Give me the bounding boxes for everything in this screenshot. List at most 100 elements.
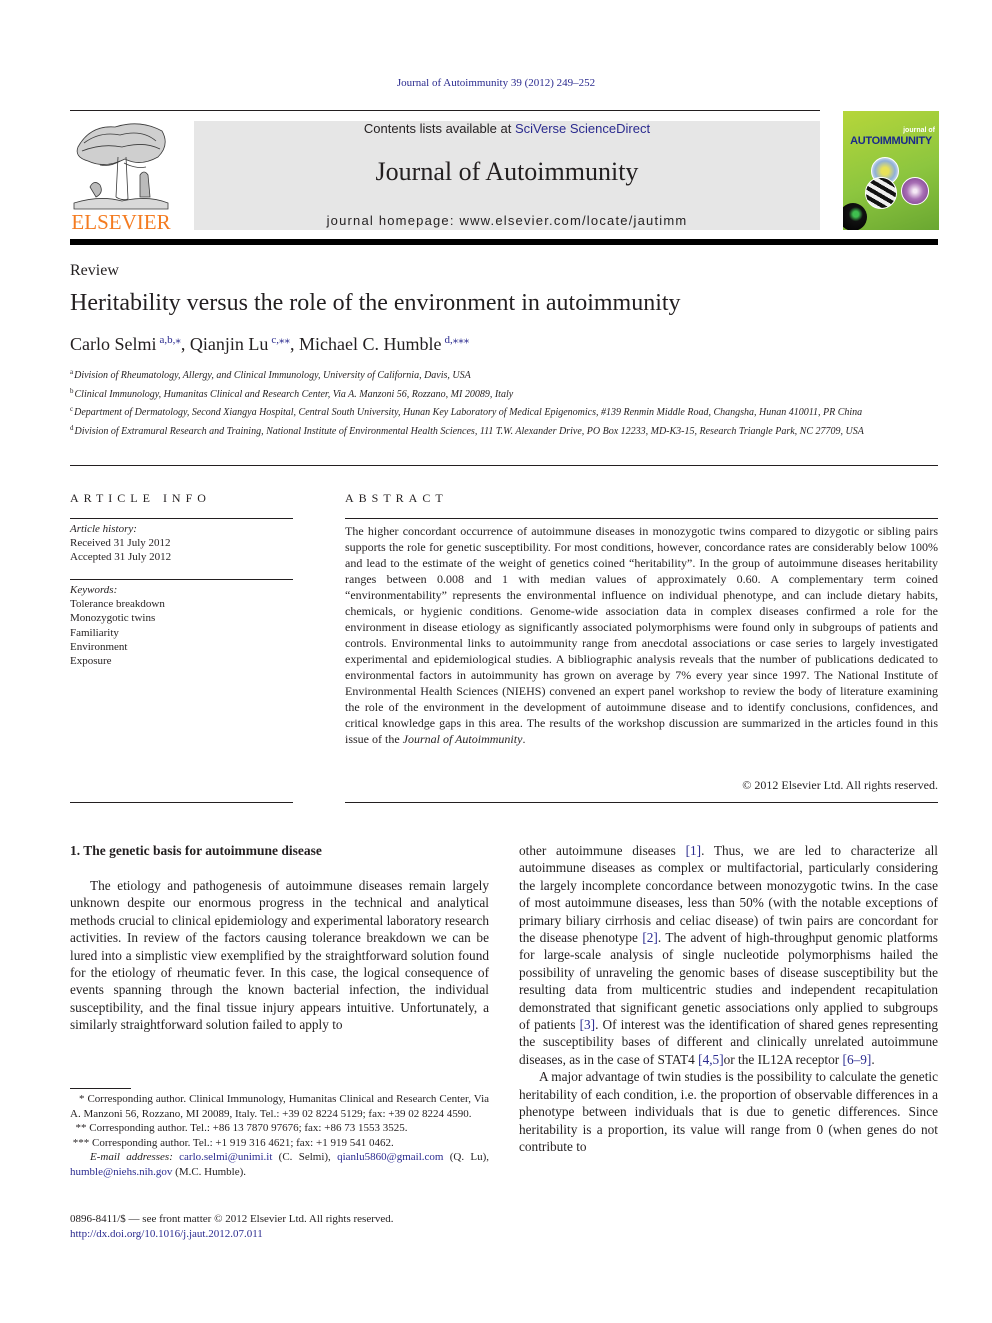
- history-label: Article history:: [70, 523, 137, 535]
- article-info-rule: [70, 518, 293, 519]
- email-owner: (Q. Lu),: [449, 1151, 490, 1163]
- body-right-column: other autoimmune diseases [1]. Thus, we …: [519, 842, 938, 1155]
- email-owner: (M.C. Humble).: [175, 1165, 247, 1178]
- abstract-rule: [345, 518, 938, 519]
- text-run: or the IL12A receptor: [723, 1051, 843, 1067]
- abstract-body: The higher concordant occurrence of auto…: [345, 524, 938, 746]
- keywords-label: Keywords:: [70, 584, 118, 596]
- footnote-mark: **: [75, 1122, 87, 1134]
- affiliation-text: Clinical Immunology, Humanitas Clinical …: [74, 388, 514, 400]
- keywords: Keywords: Tolerance breakdown Monozygoti…: [70, 583, 293, 668]
- cover-cell-image-3: [901, 177, 929, 205]
- accepted-date: Accepted 31 July 2012: [70, 551, 172, 564]
- abstract-end: .: [522, 732, 526, 746]
- abstract-rule: [345, 802, 938, 803]
- paragraph: A major advantage of twin studies is the…: [519, 1069, 938, 1154]
- article-type: Review: [70, 262, 119, 279]
- affiliation-mark: b: [70, 386, 74, 395]
- footnote-rule: [70, 1088, 131, 1089]
- affiliation-text: Division of Extramural Research and Trai…: [74, 425, 864, 437]
- affiliation: cDepartment of Dermatology, Second Xiang…: [70, 402, 940, 421]
- author-name: Qianjin Lu: [189, 334, 269, 354]
- citation-link[interactable]: [3]: [580, 1017, 596, 1032]
- keyword: Environment: [70, 640, 128, 653]
- paragraph: other autoimmune diseases [1]. Thus, we …: [519, 842, 938, 1068]
- citation-link[interactable]: [4,5]: [698, 1052, 723, 1067]
- keyword: Familiarity: [70, 626, 119, 639]
- abstract-copyright: © 2012 Elsevier Ltd. All rights reserved…: [742, 778, 938, 792]
- cover-cell-image-4: [843, 203, 867, 230]
- text-run: other autoimmune diseases: [519, 843, 686, 858]
- author-affiliation-link[interactable]: d,⁎⁎⁎: [445, 334, 470, 346]
- affiliation-mark: d: [70, 423, 74, 432]
- keyword: Tolerance breakdown: [70, 598, 165, 611]
- keyword: Monozygotic twins: [70, 612, 156, 625]
- affiliation-mark: c: [70, 405, 74, 413]
- email-owner: (C. Selmi),: [278, 1151, 331, 1163]
- article-title: Heritability versus the role of the envi…: [70, 290, 681, 316]
- section-rule: [70, 465, 938, 466]
- email-footnote: E-mail addresses: carlo.selmi@unimi.it (…: [70, 1150, 489, 1179]
- journal-homepage-link[interactable]: journal homepage: www.elsevier.com/locat…: [194, 213, 820, 228]
- author-list: Carlo Selmi a,b,⁎, Qianjin Lu c,⁎⁎, Michae…: [70, 333, 469, 355]
- affiliation-mark: a: [70, 368, 74, 376]
- email-link[interactable]: humble@niehs.nih.gov: [70, 1166, 172, 1178]
- footnote: * Corresponding author. Clinical Immunol…: [70, 1092, 489, 1121]
- affiliation: aDivision of Rheumatology, Allergy, and …: [70, 365, 940, 384]
- footnote: *** Corresponding author. Tel.: +1 919 3…: [70, 1136, 489, 1151]
- journal-citation-link[interactable]: Journal of Autoimmunity 39 (2012) 249–25…: [0, 77, 992, 89]
- email-link[interactable]: qianlu5860@gmail.com: [337, 1151, 443, 1163]
- footnote-text: Corresponding author. Clinical Immunolog…: [70, 1093, 490, 1120]
- article-info-rule: [70, 579, 293, 580]
- keyword: Exposure: [70, 655, 112, 668]
- issn-line: 0896-8411/$ — see front matter © 2012 El…: [70, 1213, 394, 1225]
- author-separator: ,: [290, 334, 300, 354]
- header-rule: [70, 110, 820, 111]
- affiliation-text: Department of Dermatology, Second Xiangy…: [74, 407, 863, 418]
- author-affiliation-link[interactable]: a,b,⁎: [160, 334, 181, 346]
- abstract-journal-name: Journal of Autoimmunity: [402, 732, 523, 746]
- footnote-text: Corresponding author. Tel.: +1 919 316 4…: [92, 1136, 394, 1149]
- article-info-rule: [70, 802, 293, 803]
- abstract-heading: ABSTRACT: [345, 491, 448, 505]
- cover-big-title: AUTOIMMUNITY: [850, 135, 932, 147]
- email-link[interactable]: carlo.selmi@unimi.it: [179, 1151, 272, 1163]
- body-left-column: The etiology and pathogenesis of autoimm…: [70, 877, 489, 1034]
- header-thick-rule: [70, 239, 938, 245]
- section-heading: 1. The genetic basis for autoimmune dise…: [70, 843, 322, 858]
- issn-block: 0896-8411/$ — see front matter © 2012 El…: [70, 1212, 510, 1241]
- received-date: Received 31 July 2012: [70, 537, 171, 550]
- footnote-mark: *: [78, 1093, 85, 1105]
- journal-name: Journal of Autoimmunity: [375, 157, 639, 186]
- affiliation: bClinical Immunology, Humanitas Clinical…: [70, 384, 940, 403]
- footnote-mark: ***: [72, 1136, 90, 1149]
- cover-cell-image-2: [865, 177, 897, 209]
- author-name: Carlo Selmi: [70, 334, 157, 354]
- cover-small-title: journal of: [903, 127, 935, 134]
- affiliations: aDivision of Rheumatology, Allergy, and …: [70, 365, 940, 439]
- contents-prefix: Contents lists available at: [363, 121, 515, 136]
- article-history: Article history: Received 31 July 2012 A…: [70, 522, 293, 565]
- author-affiliation-link[interactable]: c,⁎⁎: [271, 334, 290, 346]
- citation-link[interactable]: [2]: [642, 930, 658, 945]
- contents-line: Contents lists available at SciVerse Sci…: [194, 121, 820, 136]
- citation-link[interactable]: [6–9]: [843, 1052, 872, 1067]
- author-separator: ,: [180, 334, 190, 354]
- affiliation: dDivision of Extramural Research and Tra…: [70, 421, 940, 440]
- doi-link[interactable]: http://dx.doi.org/10.1016/j.jaut.2012.07…: [70, 1228, 263, 1240]
- footnote: ** Corresponding author. Tel.: +86 13 78…: [70, 1121, 489, 1136]
- paragraph: The etiology and pathogenesis of autoimm…: [70, 878, 489, 1033]
- elsevier-wordmark: ELSEVIER: [71, 210, 171, 234]
- article-info-heading: ARTICLE INFO: [70, 491, 211, 505]
- citation-link[interactable]: [1]: [686, 843, 702, 858]
- footnote-text: Corresponding author. Tel.: +86 13 7870 …: [89, 1122, 408, 1134]
- sciencedirect-link[interactable]: SciVerse ScienceDirect: [515, 121, 650, 136]
- text-run: .: [871, 1051, 875, 1067]
- abstract-text: The higher concordant occurrence of auto…: [345, 523, 938, 747]
- elsevier-logo[interactable]: ELSEVIER: [70, 117, 172, 233]
- journal-cover-image[interactable]: journal of AUTOIMMUNITY: [843, 111, 939, 230]
- journal-banner: Contents lists available at SciVerse Sci…: [194, 121, 820, 230]
- email-label: E-mail addresses:: [90, 1151, 173, 1163]
- elsevier-tree-icon: [73, 123, 169, 210]
- affiliation-text: Division of Rheumatology, Allergy, and C…: [74, 370, 471, 381]
